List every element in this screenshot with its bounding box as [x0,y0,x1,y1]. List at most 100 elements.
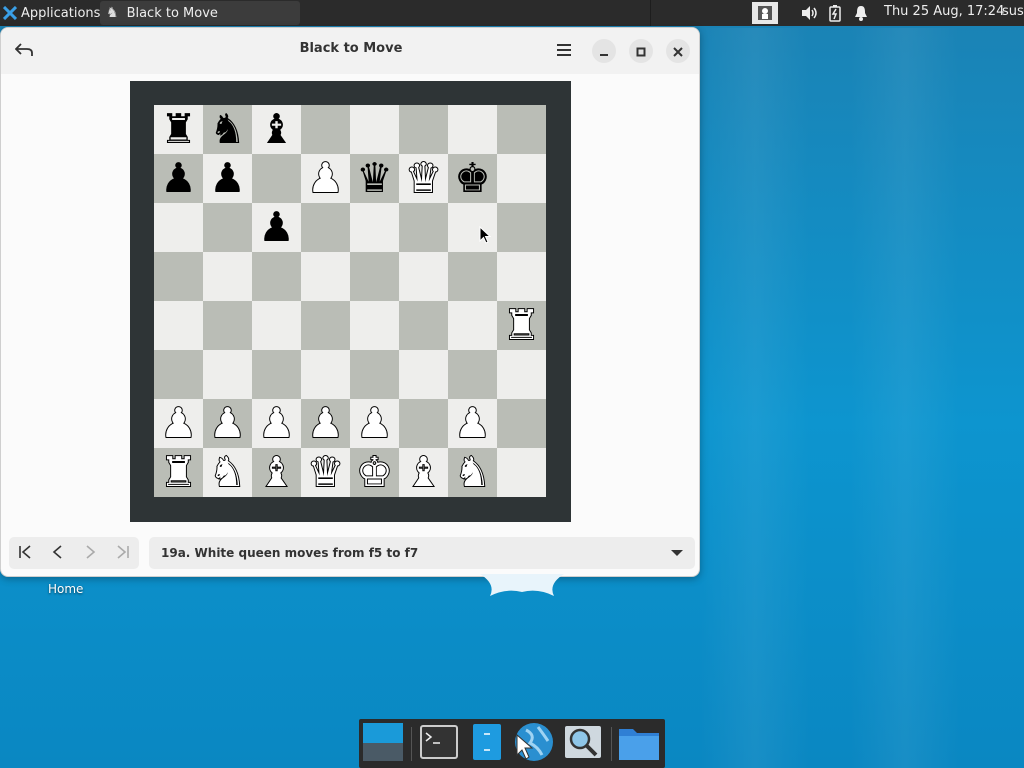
square-g8[interactable] [448,105,497,154]
black-pawn-icon[interactable]: ♟ [160,158,197,199]
white-rook-icon[interactable]: ♜ [502,304,541,347]
square-c4[interactable] [252,301,301,350]
taskbar-window-button[interactable]: ♞ Black to Move [100,1,300,25]
terminal-launcher[interactable] [417,723,461,765]
square-d7[interactable]: ♟ [301,154,350,203]
white-pawn-icon[interactable]: ♟ [306,402,345,445]
undo-button[interactable] [11,39,37,63]
volume-icon[interactable] [796,0,822,26]
black-queen-icon[interactable]: ♛ [356,158,393,199]
files-launcher[interactable] [465,723,509,765]
square-a2[interactable]: ♟ [154,399,203,448]
white-king-icon[interactable]: ♚ [355,451,394,494]
square-c3[interactable] [252,350,301,399]
square-f7[interactable]: ♛ [399,154,448,203]
next-move-button[interactable] [74,537,107,569]
white-rook-icon[interactable]: ♜ [159,451,198,494]
white-knight-icon[interactable]: ♞ [208,451,247,494]
square-a7[interactable]: ♟ [154,154,203,203]
square-e3[interactable] [350,350,399,399]
square-c5[interactable] [252,252,301,301]
white-knight-icon[interactable]: ♞ [453,451,492,494]
white-pawn-icon[interactable]: ♟ [257,402,296,445]
square-c7[interactable] [252,154,301,203]
square-b5[interactable] [203,252,252,301]
white-queen-icon[interactable]: ♛ [306,451,345,494]
clock[interactable]: Thu 25 Aug, 17:24 [884,4,1004,19]
square-d1[interactable]: ♛ [301,448,350,497]
square-g7[interactable]: ♚ [448,154,497,203]
square-a5[interactable] [154,252,203,301]
square-h5[interactable] [497,252,546,301]
square-g1[interactable]: ♞ [448,448,497,497]
chess-board[interactable]: ♜ ♞ ♝ ♟ ♟ ♟ ♛ ♛ ♚ ♟ ♜ ♟ ♟ ♟ ♟ ♟ ♟ ♜ ♞ ♝ ♛ ♚ ♝ ♞ [154,105,546,497]
desktop-home-label[interactable]: Home [48,582,83,596]
square-b6[interactable] [203,203,252,252]
black-rook-icon[interactable]: ♜ [160,109,197,150]
black-king-icon[interactable]: ♚ [454,158,491,199]
black-bishop-icon[interactable]: ♝ [258,109,295,150]
square-e4[interactable] [350,301,399,350]
minimize-button[interactable] [592,39,616,63]
square-c6[interactable]: ♟ [252,203,301,252]
black-pawn-icon[interactable]: ♟ [209,158,246,199]
square-b7[interactable]: ♟ [203,154,252,203]
square-f3[interactable] [399,350,448,399]
square-d6[interactable] [301,203,350,252]
square-e6[interactable] [350,203,399,252]
black-knight-icon[interactable]: ♞ [209,109,246,150]
square-g5[interactable] [448,252,497,301]
square-a1[interactable]: ♜ [154,448,203,497]
maximize-button[interactable] [629,39,653,63]
main-menu-button[interactable] [551,39,577,63]
white-pawn-icon[interactable]: ♟ [159,402,198,445]
square-h4[interactable]: ♜ [497,301,546,350]
white-bishop-icon[interactable]: ♝ [404,451,443,494]
square-b8[interactable]: ♞ [203,105,252,154]
square-b4[interactable] [203,301,252,350]
app-finder-launcher[interactable] [561,723,605,765]
folder-launcher[interactable] [617,723,661,765]
black-pawn-icon[interactable]: ♟ [258,207,295,248]
square-d3[interactable] [301,350,350,399]
white-pawn-icon[interactable]: ♟ [208,402,247,445]
white-pawn-icon[interactable]: ♟ [355,402,394,445]
square-b3[interactable] [203,350,252,399]
user-menu[interactable]: sus [1002,4,1024,19]
square-d2[interactable]: ♟ [301,399,350,448]
square-a3[interactable] [154,350,203,399]
square-a6[interactable] [154,203,203,252]
square-c2[interactable]: ♟ [252,399,301,448]
white-pawn-icon[interactable]: ♟ [453,402,492,445]
square-c1[interactable]: ♝ [252,448,301,497]
white-queen-icon[interactable]: ♛ [404,157,443,200]
square-e7[interactable]: ♛ [350,154,399,203]
first-move-button[interactable] [9,537,42,569]
square-h1[interactable] [497,448,546,497]
square-b1[interactable]: ♞ [203,448,252,497]
square-f8[interactable] [399,105,448,154]
square-h6[interactable] [497,203,546,252]
square-e1[interactable]: ♚ [350,448,399,497]
square-f2[interactable] [399,399,448,448]
square-g3[interactable] [448,350,497,399]
square-f1[interactable]: ♝ [399,448,448,497]
square-d4[interactable] [301,301,350,350]
square-d5[interactable] [301,252,350,301]
move-history-dropdown[interactable]: 19a. White queen moves from f5 to f7 [149,537,695,569]
square-e8[interactable] [350,105,399,154]
square-h8[interactable] [497,105,546,154]
square-f4[interactable] [399,301,448,350]
last-move-button[interactable] [107,537,140,569]
user-switch-icon[interactable] [752,2,778,24]
close-button[interactable] [666,39,690,63]
square-h2[interactable] [497,399,546,448]
square-f6[interactable] [399,203,448,252]
square-f5[interactable] [399,252,448,301]
show-desktop-button[interactable] [361,723,405,765]
square-c8[interactable]: ♝ [252,105,301,154]
square-d8[interactable] [301,105,350,154]
square-e5[interactable] [350,252,399,301]
white-pawn-icon[interactable]: ♟ [306,157,345,200]
previous-move-button[interactable] [42,537,75,569]
